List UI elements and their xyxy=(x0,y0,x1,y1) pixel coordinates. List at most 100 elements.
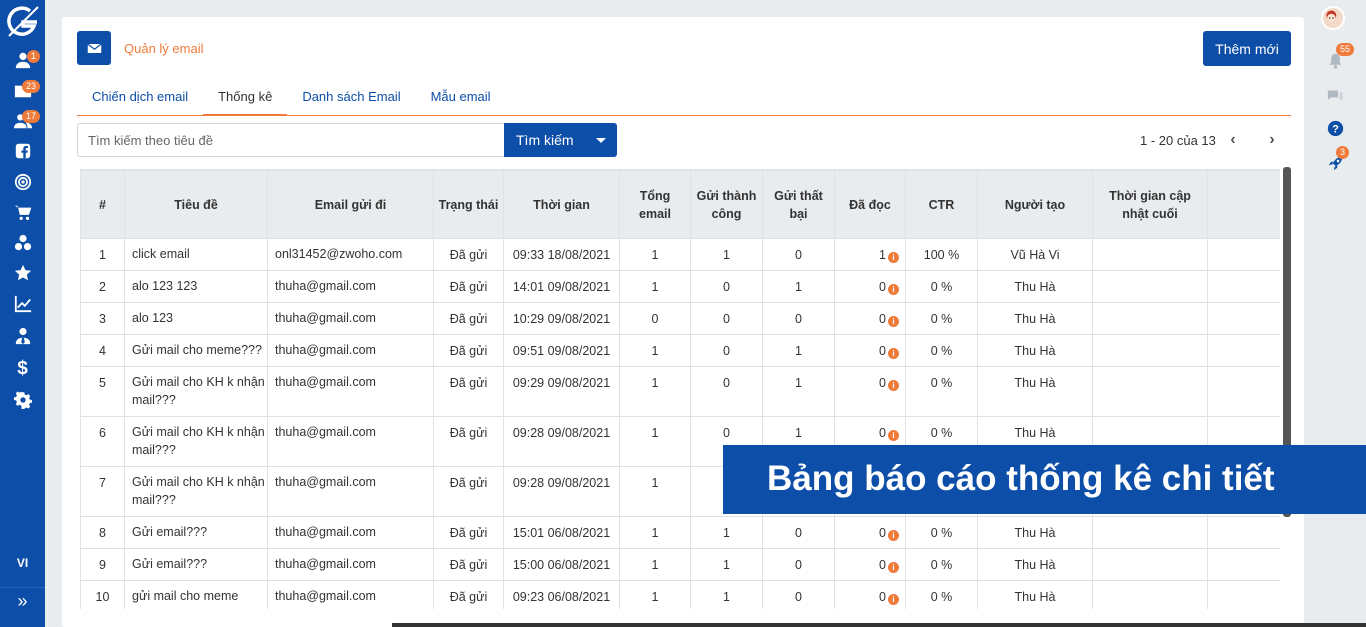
cell-success-text: 0 xyxy=(723,426,730,440)
gear-icon xyxy=(13,391,32,409)
cell-total: 1 xyxy=(619,416,691,467)
email-module-icon xyxy=(77,31,111,65)
tab-statistics[interactable]: Thống kê xyxy=(203,89,288,116)
cell-read: 0i xyxy=(834,302,906,335)
search-input[interactable] xyxy=(77,123,505,157)
cell-total: 1 xyxy=(619,516,691,549)
info-icon[interactable]: i xyxy=(888,430,899,441)
cell-creator: Thu Hà xyxy=(977,548,1093,581)
sidebar-item-folder[interactable]: 23 xyxy=(0,77,45,105)
info-icon[interactable]: i xyxy=(888,348,899,359)
cell-actions xyxy=(1207,580,1280,609)
table-row[interactable]: 4 Gửi mail cho meme??? thuha@gmail.com Đã g… xyxy=(80,334,1280,367)
table-row[interactable]: 3 alo 123 thuha@gmail.com Đã gửi 10:29 09/08… xyxy=(80,302,1280,335)
cell-total: 1 xyxy=(619,238,691,271)
sidebar-item-star[interactable] xyxy=(0,259,45,287)
user-tie-icon xyxy=(15,327,30,345)
cell-ctr-text: 0 % xyxy=(930,426,953,440)
cell-success: 0 xyxy=(690,334,763,367)
avatar[interactable] xyxy=(1321,6,1345,30)
contacts-badge: 1 xyxy=(27,50,41,63)
prev-page-button[interactable]: ‹ xyxy=(1220,127,1246,153)
cell-ctr: 0 % xyxy=(905,366,978,417)
cell-total-text: 1 xyxy=(651,526,659,540)
cell-status-text: Đã gửi xyxy=(449,312,488,326)
sidebar-expand-icon[interactable]: » xyxy=(0,587,45,615)
info-icon[interactable]: i xyxy=(888,562,899,573)
question-icon: ? xyxy=(1327,120,1343,136)
cell-failed-text: 0 xyxy=(795,558,802,572)
cell-updated xyxy=(1092,548,1208,581)
table-row[interactable]: 5 Gửi mail cho KH k nhận mail??? thuha@gma… xyxy=(80,366,1280,417)
sidebar-item-dollar[interactable]: $ xyxy=(0,355,45,383)
cell-ctr: 0 % xyxy=(905,302,978,335)
table-row[interactable]: 1 click email onl31452@zwoho.com Đã gửi 09:3… xyxy=(80,238,1280,271)
sidebar-item-contacts[interactable]: 1 xyxy=(0,46,45,74)
cell-time-text: 09:33 18/08/2021 xyxy=(512,248,611,262)
chevron-down-icon[interactable] xyxy=(596,137,606,143)
cell-read: 0i xyxy=(834,580,906,609)
table-row[interactable]: 10 gửi mail cho meme thuha@gmail.com Đã gửi… xyxy=(80,580,1280,609)
language-switch[interactable]: VI xyxy=(0,556,45,570)
cell-status-text: Đã gửi xyxy=(449,376,488,390)
tab-email-list[interactable]: Danh sách Email xyxy=(287,89,415,116)
col-header-updated: Thời gian cập nhật cuối xyxy=(1092,170,1208,239)
page-title[interactable]: Quản lý email xyxy=(124,41,203,56)
sidebar-item-chart[interactable] xyxy=(0,290,45,318)
notifications-button[interactable]: 55 xyxy=(1322,43,1355,73)
table-row[interactable]: 2 alo 123 123 thuha@gmail.com Đã gửi 14:01 0… xyxy=(80,270,1280,303)
cell-title-text: Gửi mail cho KH k nhận mail??? xyxy=(132,475,265,507)
sidebar-item-facebook[interactable] xyxy=(0,137,45,165)
cell-failed-text: 1 xyxy=(795,376,802,390)
cell-time-text: 09:29 09/08/2021 xyxy=(512,376,611,390)
cell-success-text: 1 xyxy=(723,526,730,540)
table-row[interactable]: 8 Gửi email??? thuha@gmail.com Đã gửi 15:01 … xyxy=(80,516,1280,549)
info-icon[interactable]: i xyxy=(888,530,899,541)
cell-success-text: 1 xyxy=(723,590,730,604)
target-icon xyxy=(14,173,31,191)
sidebar-item-target[interactable] xyxy=(0,168,45,196)
cart-icon xyxy=(14,205,31,221)
cell-status-text: Đã gửi xyxy=(449,590,488,604)
bottom-strip xyxy=(392,623,1366,627)
sidebar-item-cart[interactable] xyxy=(0,199,45,227)
add-new-button[interactable]: Thêm mới xyxy=(1203,31,1291,66)
sidebar-item-users[interactable]: 17 xyxy=(0,107,45,135)
cell-title-text: Gửi mail cho meme??? xyxy=(132,343,262,357)
cell-index: 3 xyxy=(80,302,125,335)
cell-total-text: 1 xyxy=(651,280,659,294)
sidebar-item-settings[interactable] xyxy=(0,386,45,414)
sidebar-item-user-tie[interactable] xyxy=(0,322,45,350)
app-logo[interactable] xyxy=(4,4,41,40)
tab-campaigns[interactable]: Chiến dịch email xyxy=(77,89,203,116)
info-icon[interactable]: i xyxy=(888,594,899,605)
cell-creator: Vũ Hà Vi xyxy=(977,238,1093,271)
cell-status: Đã gửi xyxy=(433,416,504,467)
cell-sender-text: onl31452@zwoho.com xyxy=(275,247,403,261)
info-icon[interactable]: i xyxy=(888,284,899,295)
cell-time-text: 10:29 09/08/2021 xyxy=(512,312,611,326)
col-header-time: Thời gian xyxy=(503,170,620,239)
cell-title: Gửi email??? xyxy=(124,516,268,549)
cell-creator-text: Vũ Hà Vi xyxy=(1010,248,1060,262)
cell-success-text: 1 xyxy=(723,558,730,572)
next-page-button[interactable]: › xyxy=(1259,127,1285,153)
cell-index-text: 1 xyxy=(99,248,106,262)
info-icon[interactable]: i xyxy=(888,380,899,391)
table-row[interactable]: 9 Gửi email??? thuha@gmail.com Đã gửi 15:00 … xyxy=(80,548,1280,581)
cell-status-text: Đã gửi xyxy=(449,248,488,262)
cell-time-text: 09:23 06/08/2021 xyxy=(512,590,611,604)
info-icon[interactable]: i xyxy=(888,252,899,263)
tab-templates[interactable]: Mẫu email xyxy=(416,89,506,116)
right-rail: 55 ? 3 xyxy=(1308,0,1366,627)
stats-table: # Tiêu đề Email gửi đi Trạng thái Thời g… xyxy=(80,170,1280,609)
rocket-button[interactable]: 3 xyxy=(1322,146,1350,176)
cell-ctr-text: 0 % xyxy=(930,590,953,604)
info-icon[interactable]: i xyxy=(888,316,899,327)
cell-read-text: 0 xyxy=(879,526,886,540)
help-button[interactable]: ? xyxy=(1322,115,1348,141)
cell-failed-text: 1 xyxy=(795,426,802,440)
sidebar-item-network[interactable] xyxy=(0,229,45,257)
search-button[interactable]: Tìm kiếm xyxy=(504,123,617,157)
chat-button[interactable] xyxy=(1322,83,1348,109)
